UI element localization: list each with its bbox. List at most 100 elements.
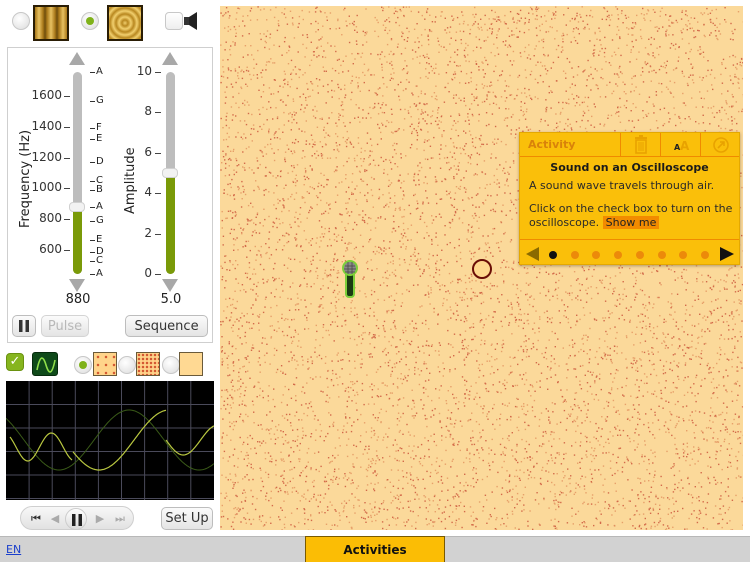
amplitude-increase-arrow[interactable] <box>162 52 178 65</box>
note-tick-mark <box>90 181 95 183</box>
amplitude-tick-mark <box>155 152 161 154</box>
activity-header-label: Activity <box>528 138 576 151</box>
dense-air-icon[interactable] <box>136 352 160 376</box>
circular-wave-radio[interactable] <box>81 12 99 30</box>
amplitude-tick-mark <box>155 193 161 195</box>
frequency-tick-label: 600 <box>39 241 62 256</box>
text-size-button[interactable]: A A <box>660 133 700 157</box>
circular-wave-icon[interactable] <box>107 5 143 41</box>
frequency-tick-label: 1600 <box>31 88 62 103</box>
frequency-decrease-arrow[interactable] <box>69 279 85 292</box>
amplitude-slider-thumb[interactable] <box>162 168 178 178</box>
note-tick-mark <box>90 72 95 73</box>
note-tick-mark <box>90 139 95 141</box>
medium-sparse-radio[interactable] <box>74 356 92 374</box>
frequency-slider-track[interactable] <box>73 72 82 274</box>
page-dot[interactable] <box>614 251 623 259</box>
activity-title: Sound on an Oscilloscope <box>550 161 709 174</box>
note-label: F <box>96 121 102 133</box>
amplitude-tick-label: 8 <box>144 104 152 119</box>
pause-icon <box>19 320 29 332</box>
note-label: G <box>96 215 104 227</box>
scope-trace <box>165 425 215 456</box>
page-dot[interactable] <box>657 251 666 259</box>
page-dot[interactable] <box>700 251 709 259</box>
sound-source-icon[interactable] <box>471 258 493 280</box>
trash-icon <box>635 135 647 154</box>
note-tick-mark <box>90 127 95 129</box>
note-tick-mark <box>90 101 95 103</box>
note-label: A <box>96 268 103 279</box>
delete-button[interactable] <box>620 133 660 157</box>
note-label: A <box>96 66 103 77</box>
page-dot[interactable] <box>592 251 601 259</box>
frequency-tick-mark <box>64 96 70 98</box>
frequency-tick-label: 1200 <box>31 149 62 164</box>
scope-trace <box>72 409 167 471</box>
activity-header: Activity A A <box>520 133 739 157</box>
playback-controls: ⏮ ◀ ▶ ⏭ <box>20 506 134 530</box>
slider-panel: Frequency (Hz) Amplitude 880 600 800 1000 1… <box>7 47 213 343</box>
scope-trace <box>9 432 73 462</box>
pulse-button[interactable]: Pulse <box>41 315 89 337</box>
sequence-button[interactable]: Sequence <box>125 315 208 337</box>
amplitude-tick-label: 0 <box>144 266 152 280</box>
activity-divider <box>520 239 739 240</box>
amplitude-tick-mark <box>155 233 161 235</box>
amplitude-tick-mark <box>155 72 161 73</box>
note-tick-mark <box>90 161 95 163</box>
plane-wave-radio[interactable] <box>12 12 30 30</box>
frequency-slider-thumb[interactable] <box>69 201 85 212</box>
amplitude-slider-fill <box>166 173 175 274</box>
rewind-icon[interactable]: ⏮ <box>27 510 45 528</box>
note-tick-mark <box>90 261 95 263</box>
wave-simulation-canvas[interactable] <box>220 6 743 530</box>
frequency-slider-fill <box>73 206 82 274</box>
note-tick-mark <box>90 190 95 192</box>
pause-button[interactable] <box>12 315 36 337</box>
amplitude-decrease-arrow[interactable] <box>162 279 178 292</box>
frequency-tick-mark <box>64 218 70 220</box>
note-label: C <box>96 255 103 267</box>
sound-waves-app: Frequency (Hz) Amplitude 880 600 800 1000 1… <box>0 0 750 562</box>
frequency-increase-arrow[interactable] <box>69 52 85 65</box>
microphone-icon[interactable] <box>340 259 360 299</box>
oscilloscope-display <box>5 381 215 500</box>
activity-panel: Activity A A Sound on an Oscilloscope A … <box>519 132 740 265</box>
sound-checkbox[interactable] <box>165 12 183 30</box>
note-tick-mark <box>90 221 95 223</box>
step-forward-icon[interactable]: ▶ <box>91 510 109 528</box>
play-pause-button[interactable] <box>65 508 87 530</box>
medium-none-radio[interactable] <box>162 356 180 374</box>
note-label: E <box>96 234 103 246</box>
plane-wave-icon[interactable] <box>33 5 69 41</box>
page-dot[interactable] <box>635 251 644 259</box>
frequency-tick-label: 1000 <box>31 180 62 195</box>
oscilloscope-checkbox[interactable]: ✓ <box>6 353 24 371</box>
skip-end-icon[interactable]: ⏭ <box>111 510 129 528</box>
activity-menu-button[interactable] <box>700 133 741 157</box>
note-tick-mark <box>90 251 95 253</box>
amplitude-tick-label: 2 <box>144 225 152 240</box>
amplitude-tick-label: 10 <box>136 64 152 78</box>
previous-page-icon[interactable] <box>526 247 540 261</box>
page-dot[interactable] <box>549 251 557 259</box>
frequency-tick-label: 1400 <box>31 119 62 134</box>
frequency-tick-mark <box>64 157 70 159</box>
note-label: D <box>96 155 104 167</box>
page-dot[interactable] <box>570 251 579 259</box>
sparse-air-icon[interactable] <box>93 352 117 376</box>
activities-tab[interactable]: Activities <box>305 536 445 562</box>
show-me-link[interactable]: Show me <box>602 216 660 229</box>
frequency-tick-mark <box>64 127 70 129</box>
step-back-icon[interactable]: ◀ <box>46 510 64 528</box>
page-dot[interactable] <box>679 251 688 259</box>
no-particles-icon[interactable] <box>179 352 203 376</box>
language-link[interactable]: EN <box>6 543 21 556</box>
amplitude-readout: 5.0 <box>160 292 182 307</box>
setup-button[interactable]: Set Up <box>161 507 213 530</box>
medium-dense-radio[interactable] <box>118 356 136 374</box>
frequency-tick-mark <box>64 188 70 190</box>
next-page-icon[interactable] <box>720 247 734 261</box>
amplitude-tick-mark <box>155 274 161 275</box>
